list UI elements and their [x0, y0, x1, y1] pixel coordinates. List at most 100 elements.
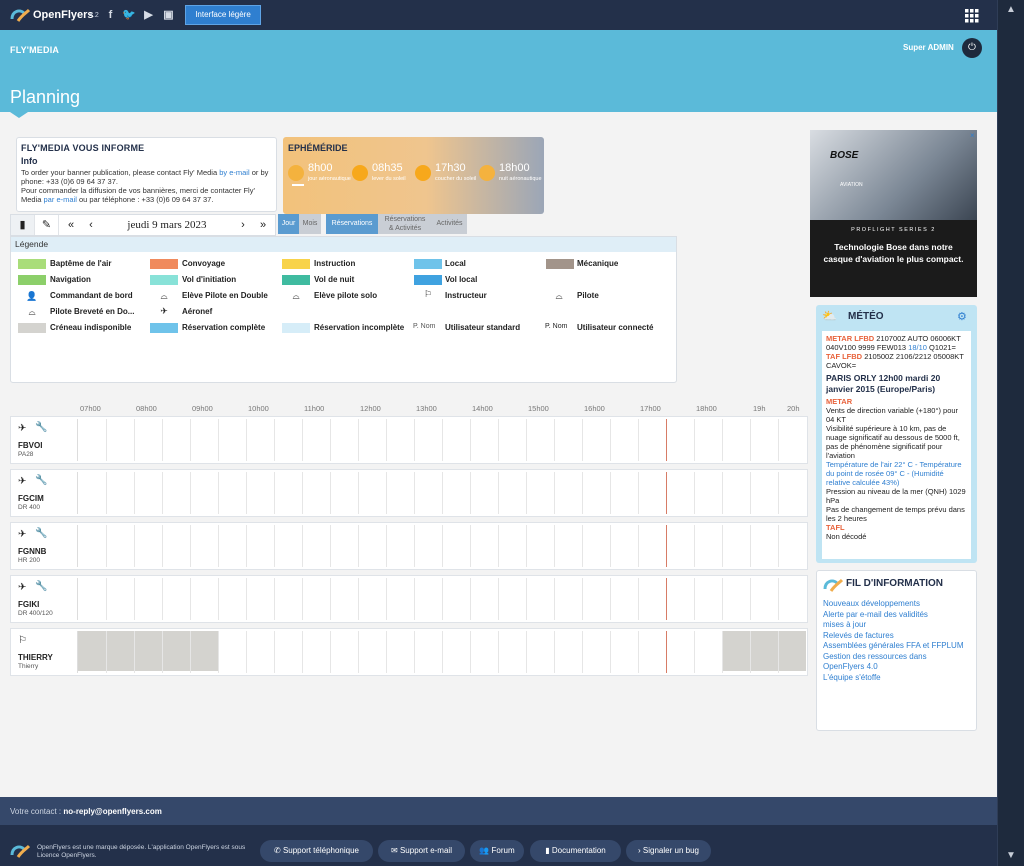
news-item[interactable]: L'équipe s'étoffe — [823, 673, 973, 684]
report-bug-button[interactable]: › Signaler un bug — [626, 840, 711, 862]
grid-line — [358, 525, 359, 567]
maintenance-wrench-icon[interactable]: 🔧 — [35, 581, 47, 592]
maintenance-wrench-icon[interactable]: 🔧 — [35, 528, 47, 539]
grid-line — [274, 525, 275, 567]
legend-label: Instructeur — [445, 291, 487, 300]
legend-swatch — [282, 323, 310, 333]
grid-line — [554, 419, 555, 461]
weather-settings-gear-icon[interactable]: ⚙ — [957, 310, 967, 323]
next-week-icon[interactable]: » — [251, 215, 275, 235]
grid-line — [554, 631, 555, 673]
legend-swatch — [18, 259, 46, 269]
news-item[interactable]: Gestion des ressources dans — [823, 652, 973, 663]
brand-name[interactable]: OpenFlyers — [33, 9, 94, 21]
scroll-up-arrow-icon[interactable]: ▲ — [1001, 4, 1021, 18]
tab-reservations-activities[interactable]: Réservations & Activités — [378, 214, 432, 234]
news-item[interactable]: Relevés de factures — [823, 631, 973, 642]
student-double-icon: ⌓ — [160, 291, 168, 301]
legend-label: Instruction — [314, 259, 356, 268]
maintenance-wrench-icon[interactable]: 🔧 — [35, 475, 47, 486]
planning-grid[interactable] — [77, 472, 805, 514]
resource-name[interactable]: FBVOI — [18, 441, 42, 450]
book-icon[interactable]: ▮ — [11, 215, 35, 235]
legend-label: Elève Pilote en Double — [182, 291, 268, 300]
resource-name[interactable]: FGCIM — [18, 494, 44, 503]
grid-line — [638, 419, 639, 461]
legend-label: Vol de nuit — [314, 275, 355, 284]
tab-month[interactable]: Mois — [299, 214, 321, 234]
maintenance-wrench-icon[interactable]: 🔧 — [35, 422, 47, 433]
openflyers-logo-icon[interactable] — [10, 7, 30, 23]
light-interface-button[interactable]: Interface légère — [185, 5, 261, 25]
metar-temp-link[interactable]: 18/10 — [908, 343, 927, 352]
resource-row-fgnnb[interactable]: ✈ 🔧 FGNNB HR 200 — [10, 522, 808, 570]
facebook-icon[interactable]: f — [104, 9, 117, 21]
advertisement-banner[interactable]: BOSE AVIATION × PROFLIGHT SERIES 2 Techn… — [810, 130, 977, 297]
grid-line — [610, 578, 611, 620]
news-item[interactable]: OpenFlyers 4.0 — [823, 662, 973, 673]
grid-line — [190, 578, 191, 620]
twitter-icon[interactable]: 🐦 — [122, 9, 136, 21]
openflyers-logo-icon[interactable] — [10, 843, 30, 859]
news-feed-panel: FIL D'INFORMATION Nouveaux développement… — [816, 570, 977, 731]
organisation-name[interactable]: FLY'MEDIA — [10, 45, 59, 55]
grid-line — [470, 419, 471, 461]
email-support-button[interactable]: ✉ Support e-mail — [378, 840, 465, 862]
tab-day[interactable]: Jour — [278, 214, 299, 234]
edit-icon[interactable]: ✎ — [35, 215, 59, 235]
ad-close-icon[interactable]: × — [970, 131, 975, 140]
documentation-button[interactable]: ▮ Documentation — [530, 840, 621, 862]
tab-reservations[interactable]: Réservations — [326, 214, 378, 234]
resource-row-fgiki[interactable]: ✈ 🔧 FGIKI DR 400/120 — [10, 575, 808, 623]
resource-row-fbvoi[interactable]: ✈ 🔧 FBVOI PA28 — [10, 416, 808, 464]
grid-line — [162, 525, 163, 567]
planning-grid[interactable] — [77, 525, 805, 567]
news-item[interactable]: Nouveaux développements — [823, 599, 973, 610]
grid-line — [470, 472, 471, 514]
legend-prefix: P. Nom — [413, 323, 436, 330]
previous-day-icon[interactable]: ‹ — [79, 215, 103, 235]
grid-line — [582, 578, 583, 620]
grid-line — [442, 525, 443, 567]
planning-grid[interactable] — [77, 631, 806, 673]
page-header — [0, 30, 997, 112]
phone-support-button[interactable]: ✆ Support téléphonique — [260, 840, 373, 862]
forum-button[interactable]: 👥 Forum — [470, 840, 524, 862]
email-link[interactable]: by e-mail — [219, 168, 249, 177]
contact-email[interactable]: no-reply@openflyers.com — [63, 807, 162, 816]
grid-line — [498, 419, 499, 461]
grid-line — [302, 631, 303, 673]
news-item[interactable]: Alerte par e-mail des validités — [823, 610, 973, 621]
resource-name[interactable]: THIERRY — [18, 653, 53, 662]
grid-line — [218, 472, 219, 514]
grid-line — [694, 578, 695, 620]
grid-line — [414, 578, 415, 620]
legend-label: Vol d'initiation — [182, 275, 237, 284]
planning-grid[interactable] — [77, 419, 805, 461]
grid-line — [750, 419, 751, 461]
news-item[interactable]: Assemblées générales FFA et FFPLUM — [823, 641, 973, 652]
apps-grid-icon[interactable] — [965, 9, 979, 23]
instructor-icon: ⚐ — [18, 635, 27, 646]
resource-type: DR 400 — [18, 504, 41, 511]
planning-grid[interactable] — [77, 578, 805, 620]
resource-name[interactable]: FGIKI — [18, 600, 39, 609]
resource-row-fgcim[interactable]: ✈ 🔧 FGCIM DR 400 — [10, 469, 808, 517]
logout-power-icon[interactable]: ⏻ — [962, 38, 982, 58]
grid-line — [358, 472, 359, 514]
resource-name[interactable]: FGNNB — [18, 547, 46, 556]
tab-activities[interactable]: Activités — [432, 214, 467, 234]
user-name[interactable]: Super ADMIN — [903, 43, 954, 52]
youtube-icon[interactable]: ▶ — [142, 9, 155, 21]
email-link-fr[interactable]: par e-mail — [44, 195, 77, 204]
envelope-icon: ✉ — [391, 846, 398, 855]
news-item[interactable]: mises à jour — [823, 620, 973, 631]
resource-row-thierry[interactable]: ⚐ THIERRY Thierry — [10, 628, 808, 676]
window-scrollbar[interactable] — [997, 0, 1024, 866]
image-icon[interactable]: ▣ — [162, 9, 175, 21]
grid-line — [750, 631, 751, 673]
scroll-down-arrow-icon[interactable]: ▼ — [1001, 850, 1021, 864]
current-date[interactable]: jeudi 9 mars 2023 — [109, 219, 225, 231]
weather-content: METAR LFBD 210700Z AUTO 06006KT 040V100 … — [822, 331, 971, 559]
aircraft-icon: ✈ — [18, 582, 27, 593]
